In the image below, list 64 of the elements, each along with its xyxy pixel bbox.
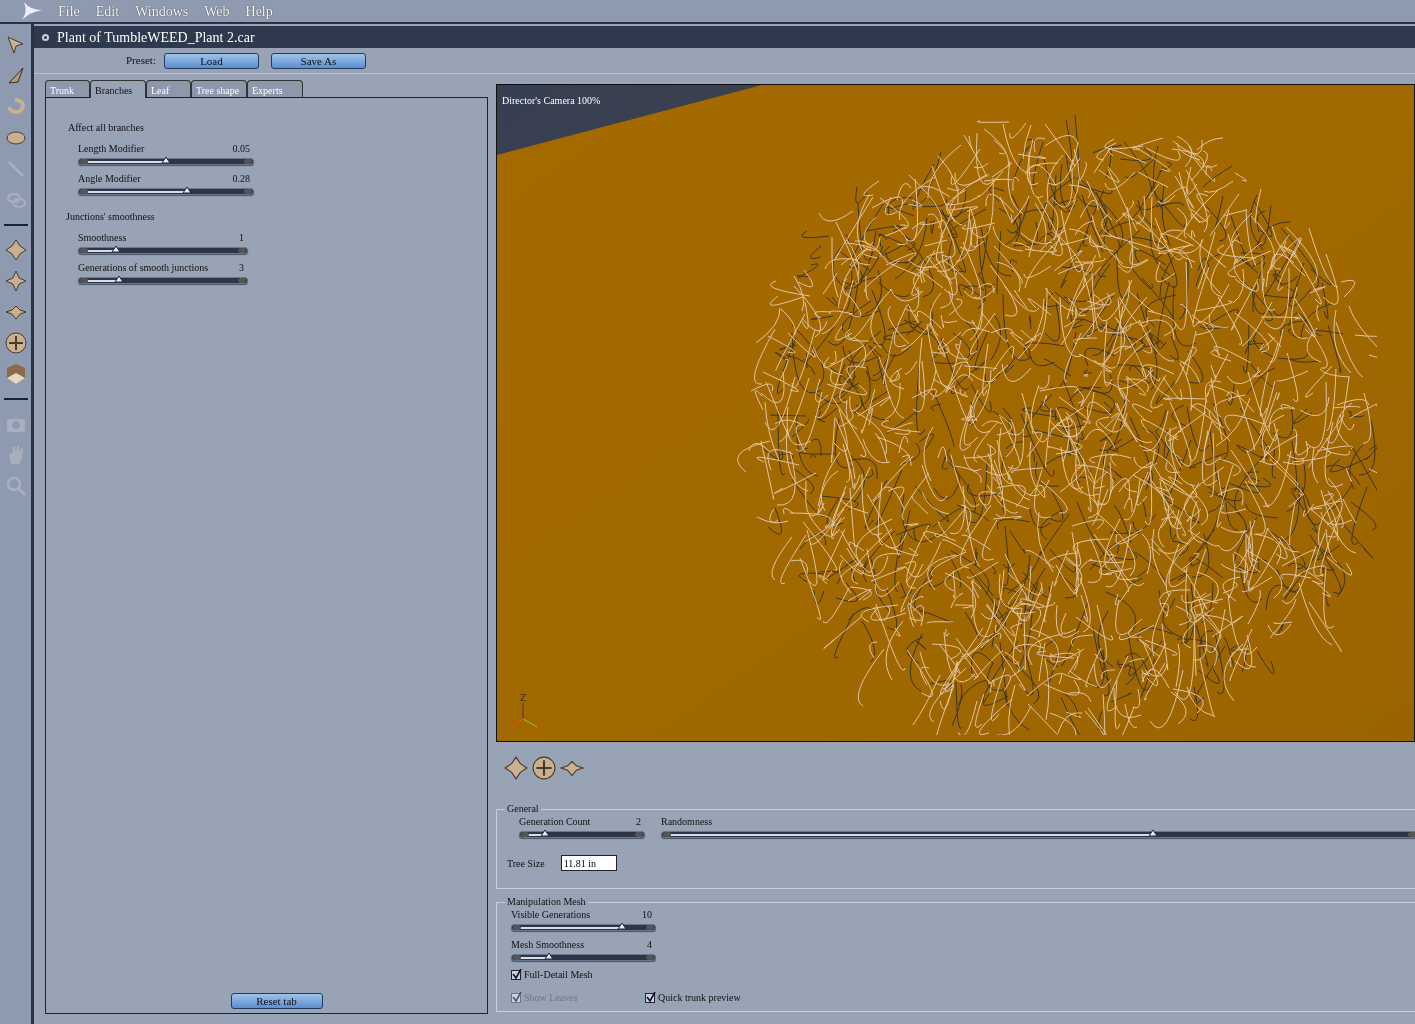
slider-thumb[interactable] — [110, 245, 121, 252]
load-button[interactable]: Load — [163, 52, 259, 69]
checkbox[interactable] — [645, 992, 655, 1003]
slider-label: Angle Modifier — [78, 172, 141, 186]
window-title: Plant of TumbleWEED_Plant 2.car — [57, 28, 255, 47]
slider-value: 0.28 — [232, 172, 250, 186]
group-title: Affect all branches — [67, 121, 145, 135]
checkbox-label: Full-Detail Mesh — [524, 968, 593, 982]
panel-title: Manipulation Mesh — [506, 897, 587, 907]
menu-item[interactable]: Web — [196, 0, 238, 22]
slider-thumb[interactable] — [181, 186, 192, 193]
slider-track[interactable] — [519, 831, 645, 838]
slider-track[interactable] — [511, 924, 656, 931]
tab[interactable]: Trunk — [45, 80, 90, 97]
menu-item[interactable]: File — [50, 0, 88, 22]
slider-label: Length Modifier — [78, 142, 145, 156]
slider-value: 2 — [636, 815, 641, 829]
trackball-icon[interactable] — [4, 332, 27, 354]
axis-gizmo-icon — [508, 702, 538, 729]
slider-thumb[interactable] — [161, 156, 171, 163]
slider-label: Mesh Smoothness — [511, 938, 585, 952]
slider-value: 10 — [642, 908, 652, 922]
checkbox-label: Quick trunk preview — [658, 991, 741, 1005]
slider-label: Randomness — [661, 815, 713, 829]
reset-tab-button[interactable]: Reset tab — [230, 993, 323, 1009]
menu-item[interactable]: Help — [237, 0, 281, 22]
menu-item[interactable]: Windows — [127, 0, 197, 22]
save-as-button[interactable]: Save As — [270, 52, 366, 69]
slider-track[interactable] — [511, 954, 656, 961]
slider-track[interactable] — [78, 247, 248, 254]
tab[interactable]: Tree shape — [191, 80, 247, 97]
slider-thumb[interactable] — [1147, 829, 1158, 836]
slider-value: 0.05 — [232, 142, 250, 156]
slider-value: 1 — [239, 231, 244, 245]
preset-label: Preset: — [126, 53, 156, 69]
slider-thumb[interactable] — [544, 952, 555, 959]
slider-label: Generation Count — [519, 815, 591, 829]
checkbox[interactable] — [511, 969, 521, 980]
slider-thumb[interactable] — [617, 922, 628, 929]
slider-track[interactable] — [78, 277, 248, 284]
window-icon[interactable] — [42, 33, 49, 41]
group-title: Junctions' smoothness — [66, 210, 156, 224]
slider-value: 4 — [647, 938, 652, 952]
slider-label: Visible Generations — [511, 908, 591, 922]
slider-thumb[interactable] — [114, 275, 125, 282]
slider-track[interactable] — [78, 188, 254, 195]
tab[interactable]: Experts — [247, 80, 303, 97]
axis-label: Z — [520, 693, 527, 703]
camera-label: Director's Camera 100% — [502, 94, 601, 108]
tab[interactable]: Leaf — [146, 80, 191, 97]
slider-label: Generations of smooth junctions — [78, 261, 209, 275]
slider-track[interactable] — [661, 831, 1415, 838]
tree-size-field[interactable]: 11.81 in — [560, 855, 617, 871]
slider-label: Smoothness — [78, 231, 127, 245]
slider-value: 3 — [239, 261, 244, 275]
field-label: Tree Size — [507, 856, 545, 871]
3d-viewport[interactable]: Director's Camera 100% Z — [496, 84, 1415, 742]
cube-icon[interactable] — [4, 363, 27, 385]
panel-title: General — [506, 804, 540, 814]
slider-thumb[interactable] — [539, 829, 550, 836]
trackball-icon[interactable] — [532, 756, 556, 780]
slider-track[interactable] — [78, 158, 254, 165]
menu-item[interactable]: Edit — [87, 0, 128, 22]
tab[interactable]: Branches — [90, 80, 146, 98]
